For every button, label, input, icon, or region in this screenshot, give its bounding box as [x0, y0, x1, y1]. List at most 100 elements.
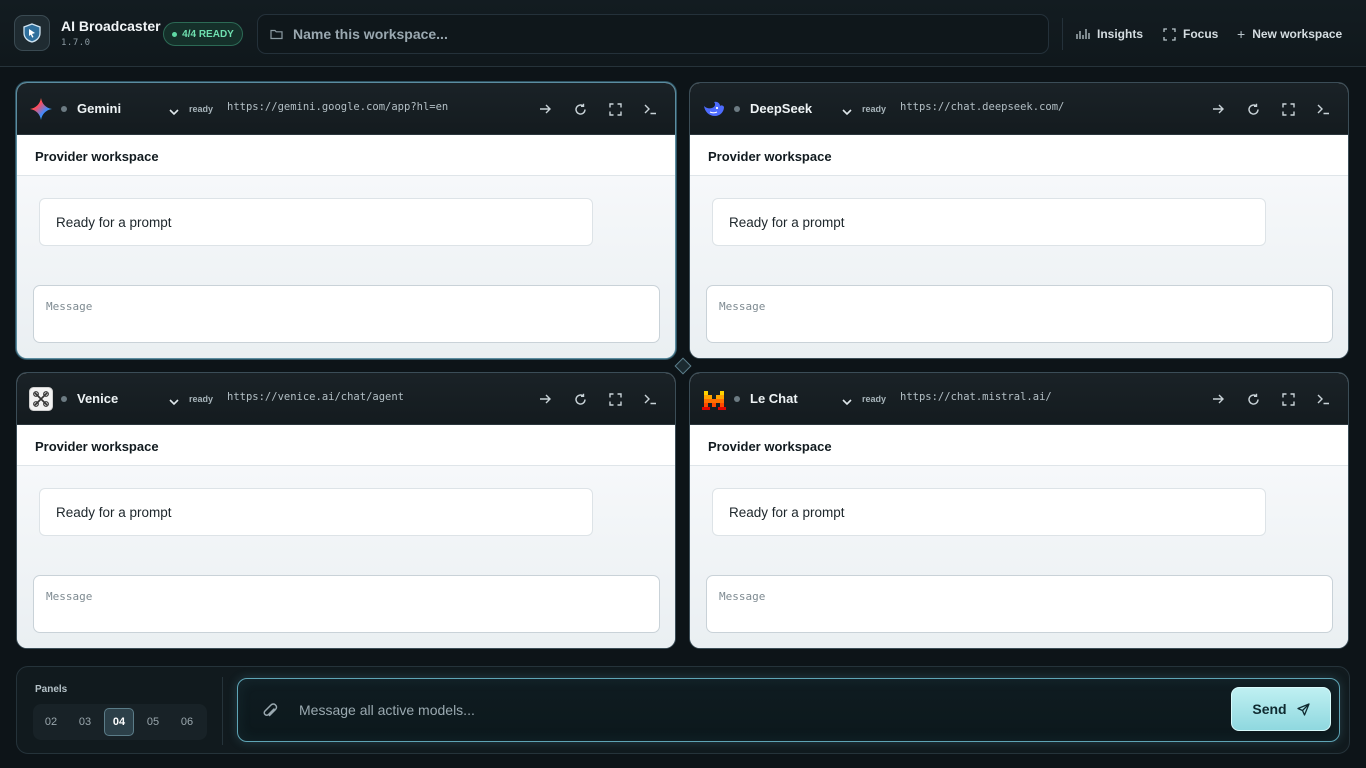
- provider-name: Gemini: [77, 101, 122, 116]
- provider-status: ready: [189, 394, 214, 404]
- reload-icon[interactable]: [1243, 99, 1263, 119]
- provider-panel-le-chat: Le Chat ready https://chat.mistral.ai/ P…: [689, 372, 1349, 649]
- new-workspace-button[interactable]: + New workspace: [1237, 24, 1342, 44]
- new-workspace-label: New workspace: [1252, 27, 1343, 41]
- provider-workspace-title: Provider workspace: [35, 439, 159, 454]
- ready-dot-icon: [172, 31, 178, 37]
- ready-badge-label: 4/4 READY: [182, 28, 234, 40]
- status-message: Ready for a prompt: [712, 198, 1266, 246]
- panel-count-option[interactable]: 02: [36, 708, 66, 736]
- panel-count-option[interactable]: 03: [70, 708, 100, 736]
- status-message: Ready for a prompt: [712, 488, 1266, 536]
- insights-button[interactable]: Insights: [1076, 24, 1143, 44]
- terminal-icon[interactable]: [640, 389, 660, 409]
- provider-workspace-title: Provider workspace: [708, 149, 832, 164]
- panel-subheader: Provider workspace: [690, 425, 1348, 466]
- focus-label: Focus: [1183, 27, 1219, 41]
- panel-body: Ready for a prompt: [17, 466, 675, 648]
- workspace-name-placeholder: Name this workspace...: [293, 26, 448, 42]
- paper-plane-icon: [1296, 702, 1310, 716]
- arrow-right-icon[interactable]: [1208, 389, 1228, 409]
- panel-count-option-selected[interactable]: 04: [104, 708, 134, 736]
- panel-subheader: Provider workspace: [690, 135, 1348, 176]
- provider-workspace-title: Provider workspace: [35, 149, 159, 164]
- panel-header: Le Chat ready https://chat.mistral.ai/: [690, 373, 1348, 425]
- status-dot-icon: [61, 396, 67, 402]
- app-version: 1.7.0: [61, 38, 91, 48]
- provider-status: ready: [862, 104, 887, 114]
- expand-icon[interactable]: [1278, 99, 1298, 119]
- paperclip-icon[interactable]: [260, 701, 280, 721]
- app-logo-icon: [14, 15, 50, 51]
- reload-icon[interactable]: [570, 389, 590, 409]
- reload-icon[interactable]: [1243, 389, 1263, 409]
- provider-panel-deepseek: DeepSeek ready https://chat.deepseek.com…: [689, 82, 1349, 359]
- provider-url[interactable]: https://venice.ai/chat/agent: [227, 391, 404, 403]
- grid-resize-handle[interactable]: [674, 357, 692, 375]
- mistral-logo-icon: [702, 387, 726, 411]
- reload-icon[interactable]: [570, 99, 590, 119]
- provider-name: Venice: [77, 391, 119, 406]
- folder-icon: [270, 29, 283, 40]
- panel-header: Venice ready https://venice.ai/chat/agen…: [17, 373, 675, 425]
- provider-name: Le Chat: [750, 391, 798, 406]
- send-button[interactable]: Send: [1231, 687, 1331, 731]
- provider-name: DeepSeek: [750, 101, 813, 116]
- deepseek-logo-icon: [702, 97, 726, 121]
- terminal-icon[interactable]: [1313, 389, 1333, 409]
- panel-header: DeepSeek ready https://chat.deepseek.com…: [690, 83, 1348, 135]
- panel-subheader: Provider workspace: [17, 135, 675, 176]
- provider-panel-venice: Venice ready https://venice.ai/chat/agen…: [16, 372, 676, 649]
- broadcast-composer: Panels 02 03 04 05 06 Message all active…: [16, 666, 1350, 754]
- message-input[interactable]: [706, 285, 1333, 343]
- provider-url[interactable]: https://chat.deepseek.com/: [900, 101, 1064, 113]
- top-bar: AI Broadcaster 1.7.0 4/4 READY Name this…: [0, 0, 1366, 67]
- message-input[interactable]: [33, 575, 660, 633]
- expand-icon[interactable]: [605, 389, 625, 409]
- status-message: Ready for a prompt: [39, 198, 593, 246]
- focus-frame-icon: [1163, 27, 1176, 41]
- panels-label: Panels: [35, 684, 68, 695]
- expand-icon[interactable]: [1278, 389, 1298, 409]
- workspace-name-input[interactable]: Name this workspace...: [257, 14, 1049, 54]
- panel-body: Ready for a prompt: [690, 176, 1348, 358]
- provider-url[interactable]: https://chat.mistral.ai/: [900, 391, 1052, 403]
- panel-body: Ready for a prompt: [690, 466, 1348, 648]
- composer-divider: [222, 677, 223, 745]
- chevron-down-icon[interactable]: [169, 103, 179, 121]
- status-dot-icon: [734, 106, 740, 112]
- broadcast-message-input[interactable]: Message all active models... Send: [237, 678, 1340, 742]
- panel-count-selector: 02 03 04 05 06: [33, 704, 207, 740]
- panel-body: Ready for a prompt: [17, 176, 675, 358]
- status-message: Ready for a prompt: [39, 488, 593, 536]
- status-dot-icon: [734, 396, 740, 402]
- toolbar-divider: [1062, 18, 1063, 50]
- terminal-icon[interactable]: [1313, 99, 1333, 119]
- status-dot-icon: [61, 106, 67, 112]
- focus-button[interactable]: Focus: [1163, 24, 1218, 44]
- chevron-down-icon[interactable]: [169, 393, 179, 411]
- panel-subheader: Provider workspace: [17, 425, 675, 466]
- panel-count-option[interactable]: 05: [138, 708, 168, 736]
- chevron-down-icon[interactable]: [842, 103, 852, 121]
- terminal-icon[interactable]: [640, 99, 660, 119]
- chevron-down-icon[interactable]: [842, 393, 852, 411]
- broadcast-placeholder: Message all active models...: [299, 702, 475, 718]
- provider-status: ready: [862, 394, 887, 404]
- arrow-right-icon[interactable]: [1208, 99, 1228, 119]
- provider-status: ready: [189, 104, 214, 114]
- plus-icon: +: [1237, 26, 1246, 42]
- panel-count-option[interactable]: 06: [172, 708, 202, 736]
- message-input[interactable]: [706, 575, 1333, 633]
- provider-url[interactable]: https://gemini.google.com/app?hl=en: [227, 101, 448, 113]
- panel-header: Gemini ready https://gemini.google.com/a…: [17, 83, 675, 135]
- arrow-right-icon[interactable]: [535, 99, 555, 119]
- ready-status-badge: 4/4 READY: [163, 22, 243, 46]
- send-label: Send: [1252, 701, 1287, 717]
- app-title: AI Broadcaster: [61, 18, 161, 34]
- expand-icon[interactable]: [605, 99, 625, 119]
- gemini-logo-icon: [29, 97, 53, 121]
- venice-logo-icon: [29, 387, 53, 411]
- arrow-right-icon[interactable]: [535, 389, 555, 409]
- message-input[interactable]: [33, 285, 660, 343]
